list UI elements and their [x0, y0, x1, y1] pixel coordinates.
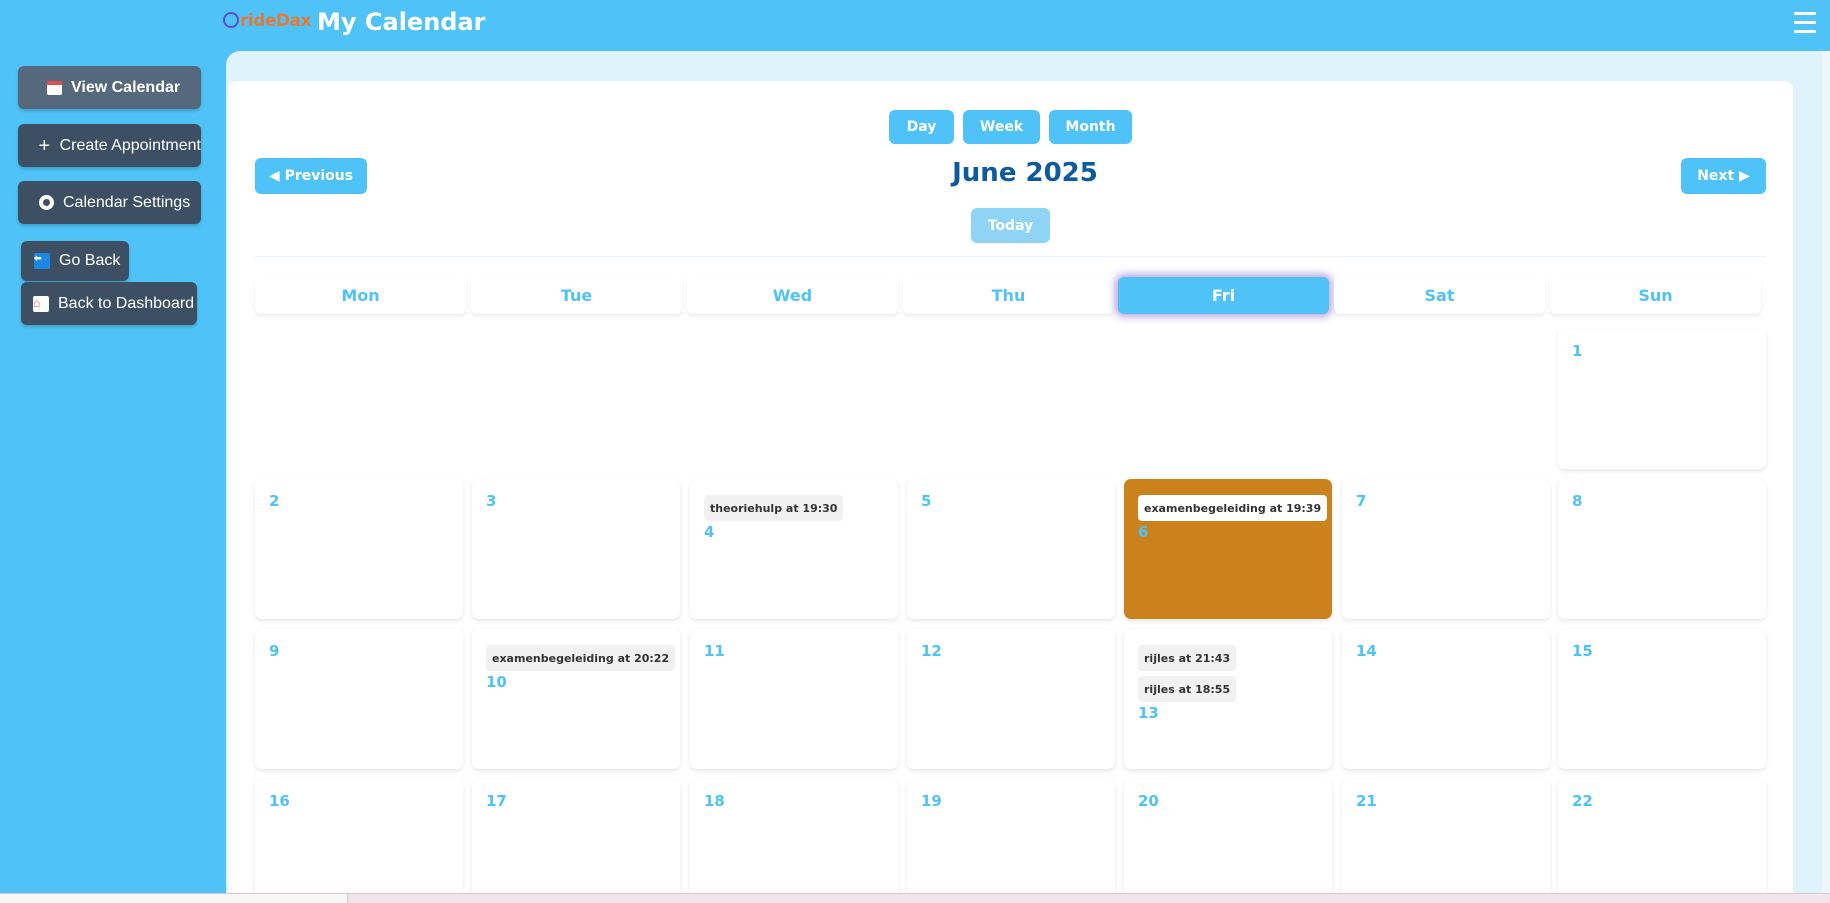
day-number: 21: [1356, 792, 1377, 810]
day-number: 4: [704, 523, 715, 541]
day-cell[interactable]: 18: [690, 779, 898, 903]
day-cell[interactable]: examenbegeleiding at 20:22 10: [472, 629, 680, 769]
event-chip[interactable]: theoriehulp at 19:30: [704, 495, 844, 521]
day-cell[interactable]: 3: [472, 479, 680, 619]
day-number: 15: [1572, 642, 1593, 660]
sidebar-item-label: Create Appointment: [59, 136, 201, 154]
logo-text: rideDax: [240, 11, 311, 31]
event-chip[interactable]: rijles at 18:55: [1138, 676, 1237, 702]
view-day-button[interactable]: Day: [889, 110, 954, 144]
day-number: 10: [486, 673, 507, 691]
day-number: 6: [1138, 523, 1149, 541]
weekday-header-thu: Thu: [903, 277, 1114, 314]
divider: [255, 256, 1766, 257]
day-cell[interactable]: 21: [1342, 779, 1550, 903]
day-cell[interactable]: 20: [1124, 779, 1332, 903]
day-number: 3: [486, 492, 497, 510]
sidebar-item-go-back[interactable]: ⬅ Go Back: [21, 241, 129, 281]
sidebar-item-view-calendar[interactable]: View Calendar: [18, 66, 201, 109]
event-chip[interactable]: rijles at 21:43: [1138, 645, 1237, 671]
weekday-header-fri: Fri: [1118, 277, 1329, 314]
next-button[interactable]: Next ▶: [1681, 158, 1766, 194]
day-number: 1: [1572, 342, 1583, 360]
event-chip[interactable]: examenbegeleiding at 20:22: [486, 645, 676, 671]
day-number: 20: [1138, 792, 1159, 810]
day-cell[interactable]: 1: [1558, 329, 1766, 469]
page-title: My Calendar: [317, 8, 486, 36]
sidebar-item-create-appointment[interactable]: + Create Appointment: [18, 124, 201, 167]
day-number: 22: [1572, 792, 1593, 810]
app-logo[interactable]: rideDax: [223, 11, 311, 31]
day-cell[interactable]: 14: [1342, 629, 1550, 769]
day-number: 13: [1138, 704, 1159, 722]
day-cell[interactable]: 8: [1558, 479, 1766, 619]
day-cell[interactable]: 7: [1342, 479, 1550, 619]
day-number: 2: [269, 492, 280, 510]
sidebar: [0, 51, 226, 903]
weekday-header-wed: Wed: [687, 277, 898, 314]
sidebar-item-label: Back to Dashboard: [58, 294, 195, 312]
day-number: 12: [921, 642, 942, 660]
day-cell[interactable]: 19: [907, 779, 1115, 903]
day-cell[interactable]: 11: [690, 629, 898, 769]
day-number: 14: [1356, 642, 1377, 660]
calendar-icon: [46, 80, 62, 96]
day-cell[interactable]: 2: [255, 479, 463, 619]
back-icon: ⬅: [34, 253, 50, 269]
day-cell[interactable]: 5: [907, 479, 1115, 619]
day-cell[interactable]: 17: [472, 779, 680, 903]
day-cell[interactable]: rijles at 21:43 rijles at 18:55 13: [1124, 629, 1332, 769]
day-number: 18: [704, 792, 725, 810]
weekday-header-sat: Sat: [1334, 277, 1545, 314]
event-chip[interactable]: examenbegeleiding at 19:39: [1138, 495, 1328, 521]
month-title: June 2025: [952, 158, 1098, 188]
hamburger-menu-icon[interactable]: [1794, 12, 1816, 36]
day-number: 8: [1572, 492, 1583, 510]
day-number: 19: [921, 792, 942, 810]
scrollbar[interactable]: [1822, 51, 1830, 903]
day-cell[interactable]: 9: [255, 629, 463, 769]
plus-icon: +: [38, 134, 51, 157]
home-icon: ⌂: [33, 295, 49, 312]
sidebar-item-label: Go Back: [59, 252, 121, 269]
day-number: 9: [269, 642, 280, 660]
day-cell[interactable]: 16: [255, 779, 463, 903]
weekday-header-sun: Sun: [1550, 277, 1761, 314]
day-number: 5: [921, 492, 932, 510]
view-month-button[interactable]: Month: [1049, 110, 1132, 144]
day-cell[interactable]: 15: [1558, 629, 1766, 769]
previous-button[interactable]: ◀ Previous: [255, 158, 367, 194]
day-cell[interactable]: 12: [907, 629, 1115, 769]
weekday-header-tue: Tue: [471, 277, 682, 314]
taskbar-strip: [0, 893, 1830, 903]
sidebar-item-calendar-settings[interactable]: Calendar Settings: [18, 181, 201, 224]
day-cell[interactable]: examenbegeleiding at 19:39 6: [1124, 479, 1332, 619]
top-header: rideDax My Calendar: [0, 0, 1830, 51]
day-number: 7: [1356, 492, 1367, 510]
day-number: 11: [704, 642, 725, 660]
day-number: 17: [486, 792, 507, 810]
sidebar-item-back-to-dashboard[interactable]: ⌂ Back to Dashboard: [21, 282, 197, 325]
view-week-button[interactable]: Week: [963, 110, 1040, 144]
day-cell[interactable]: 22: [1558, 779, 1766, 903]
sidebar-item-label: Calendar Settings: [63, 193, 191, 211]
day-cell[interactable]: theoriehulp at 19:30 4: [690, 479, 898, 619]
steering-wheel-icon: [223, 12, 239, 28]
gear-icon: [38, 195, 54, 211]
sidebar-item-label: View Calendar: [71, 78, 181, 96]
today-button[interactable]: Today: [971, 208, 1050, 243]
weekday-header-mon: Mon: [255, 277, 466, 314]
day-number: 16: [269, 792, 290, 810]
